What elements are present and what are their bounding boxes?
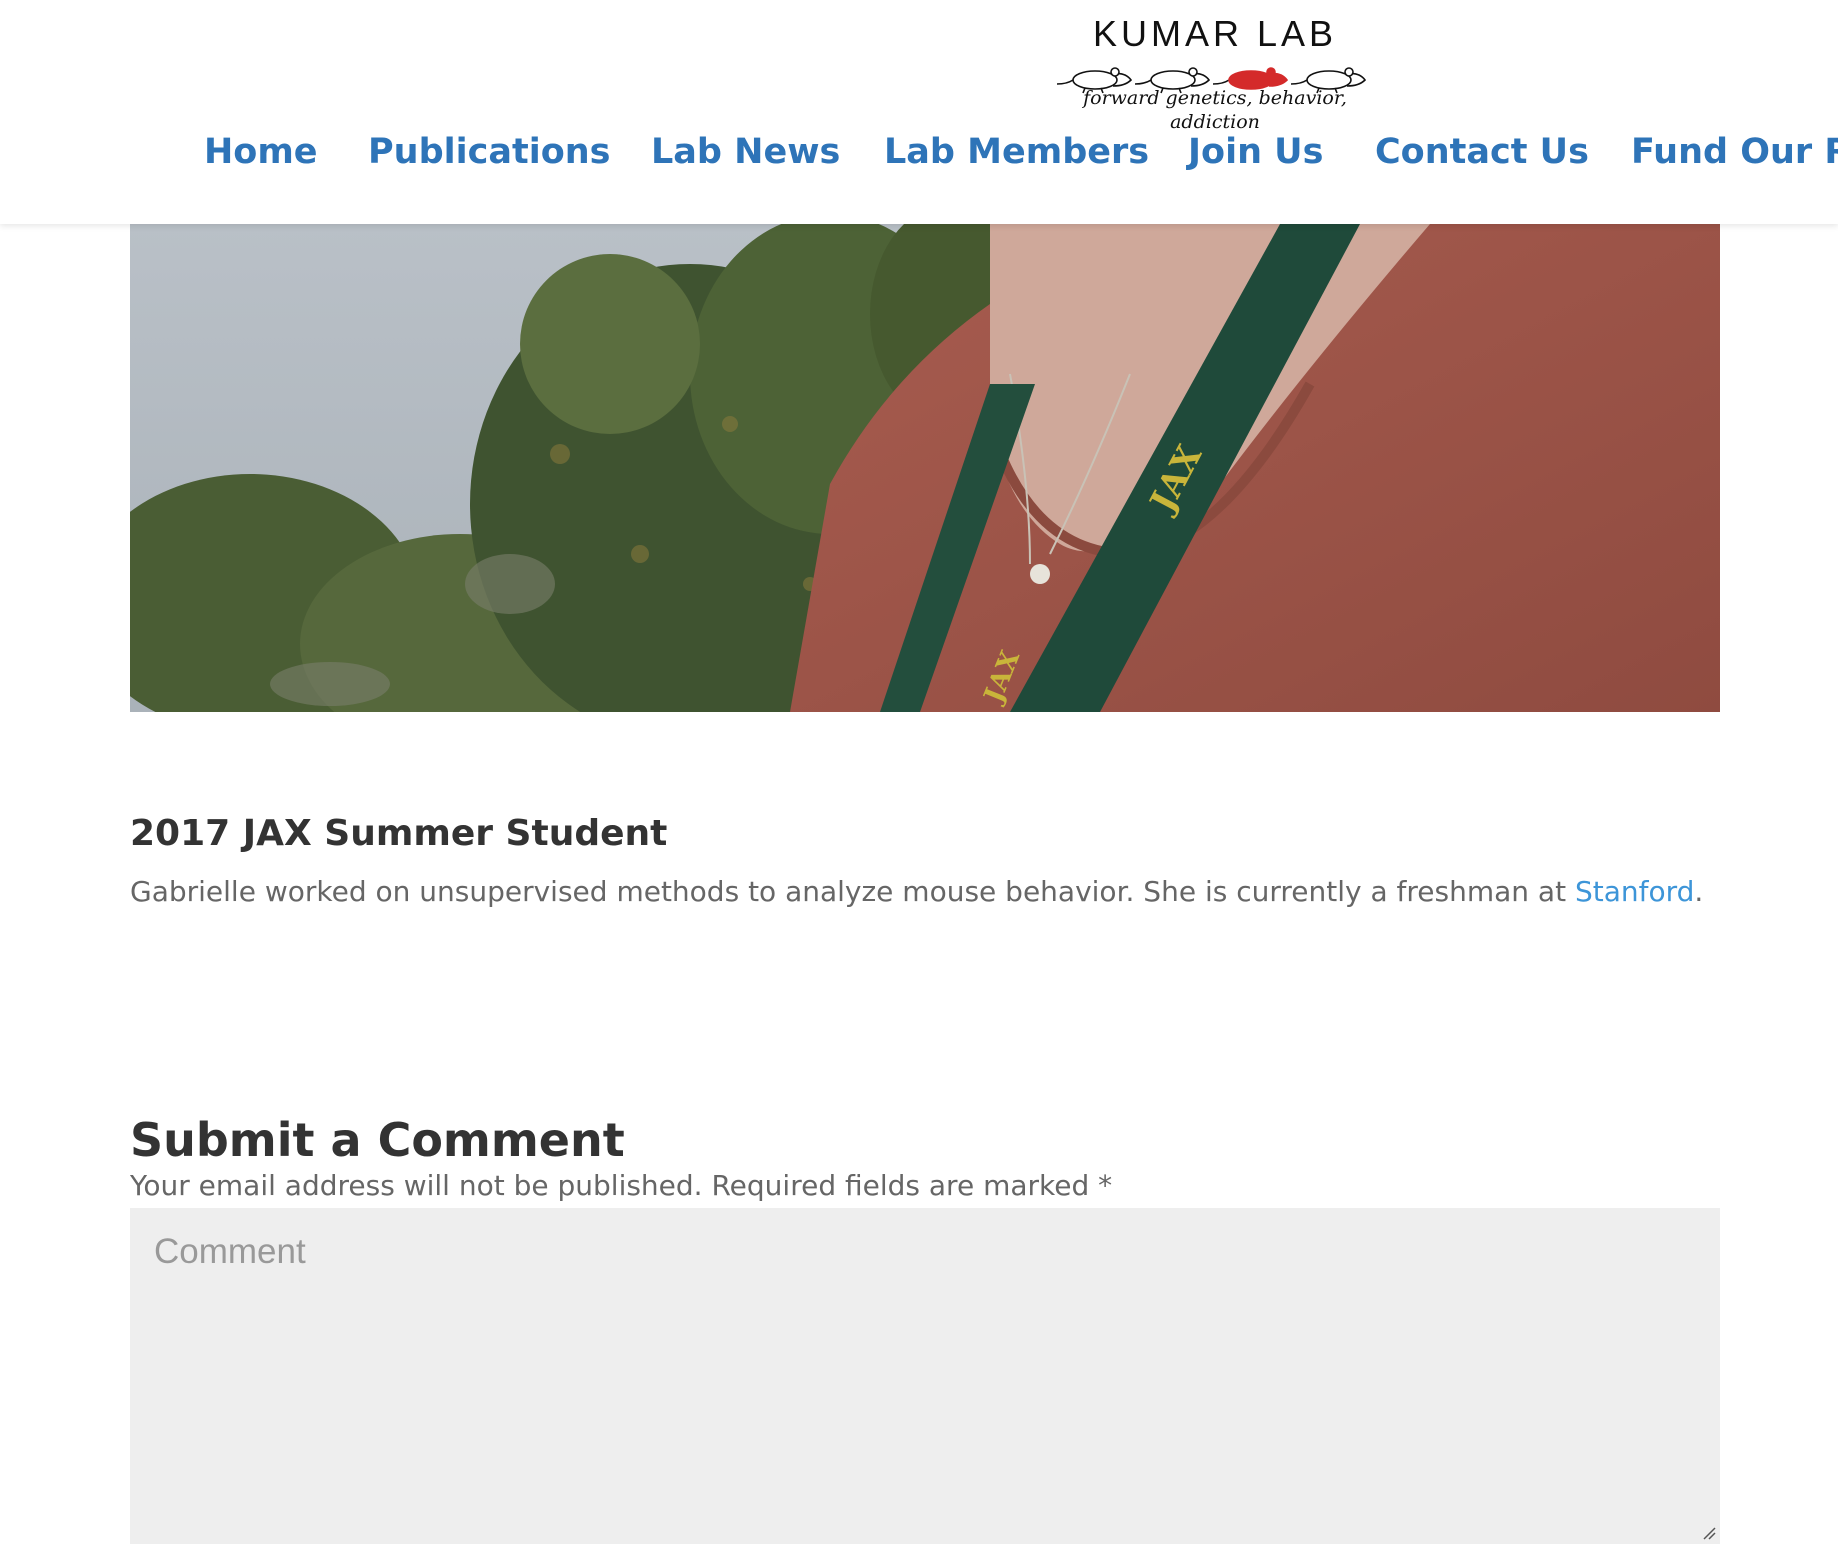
nav-item-home[interactable]: Home — [204, 128, 318, 176]
stanford-link[interactable]: Stanford — [1575, 875, 1694, 908]
member-bio-text: Gabrielle worked on unsupervised methods… — [130, 875, 1575, 908]
member-bio-end: . — [1694, 875, 1704, 908]
nav-item-publications[interactable]: Publications — [368, 128, 611, 176]
nav-item-lab-members[interactable]: Lab Members — [884, 128, 1149, 176]
nav-item-lab-news[interactable]: Lab News — [651, 128, 840, 176]
nav-item-contact-us[interactable]: Contact Us — [1375, 128, 1589, 176]
resize-handle-icon[interactable] — [1702, 1526, 1716, 1540]
nav-item-join-us[interactable]: Join Us — [1188, 128, 1323, 176]
main-nav: Home Publications Lab News Lab Members J… — [0, 128, 1838, 176]
member-bio: Gabrielle worked on unsupervised methods… — [130, 872, 1703, 912]
comment-textarea[interactable] — [130, 1208, 1720, 1544]
member-title: 2017 JAX Summer Student — [130, 812, 668, 854]
site-header: KUMAR LAB forward genetics, behavior, ad… — [0, 0, 1838, 224]
logo-name: KUMAR LAB — [1092, 13, 1338, 54]
logo-tagline: forward genetics, behavior, addiction — [1083, 87, 1347, 133]
nav-item-fund-our-research[interactable]: Fund Our R — [1631, 128, 1838, 176]
member-photo-image: JAX JAX — [130, 224, 1720, 712]
member-photo: JAX JAX — [130, 224, 1720, 712]
site-logo[interactable]: KUMAR LAB forward genetics, behavior, ad… — [1050, 13, 1380, 133]
comment-heading: Submit a Comment — [130, 1113, 625, 1167]
comment-note: Your email address will not be published… — [130, 1169, 1113, 1202]
